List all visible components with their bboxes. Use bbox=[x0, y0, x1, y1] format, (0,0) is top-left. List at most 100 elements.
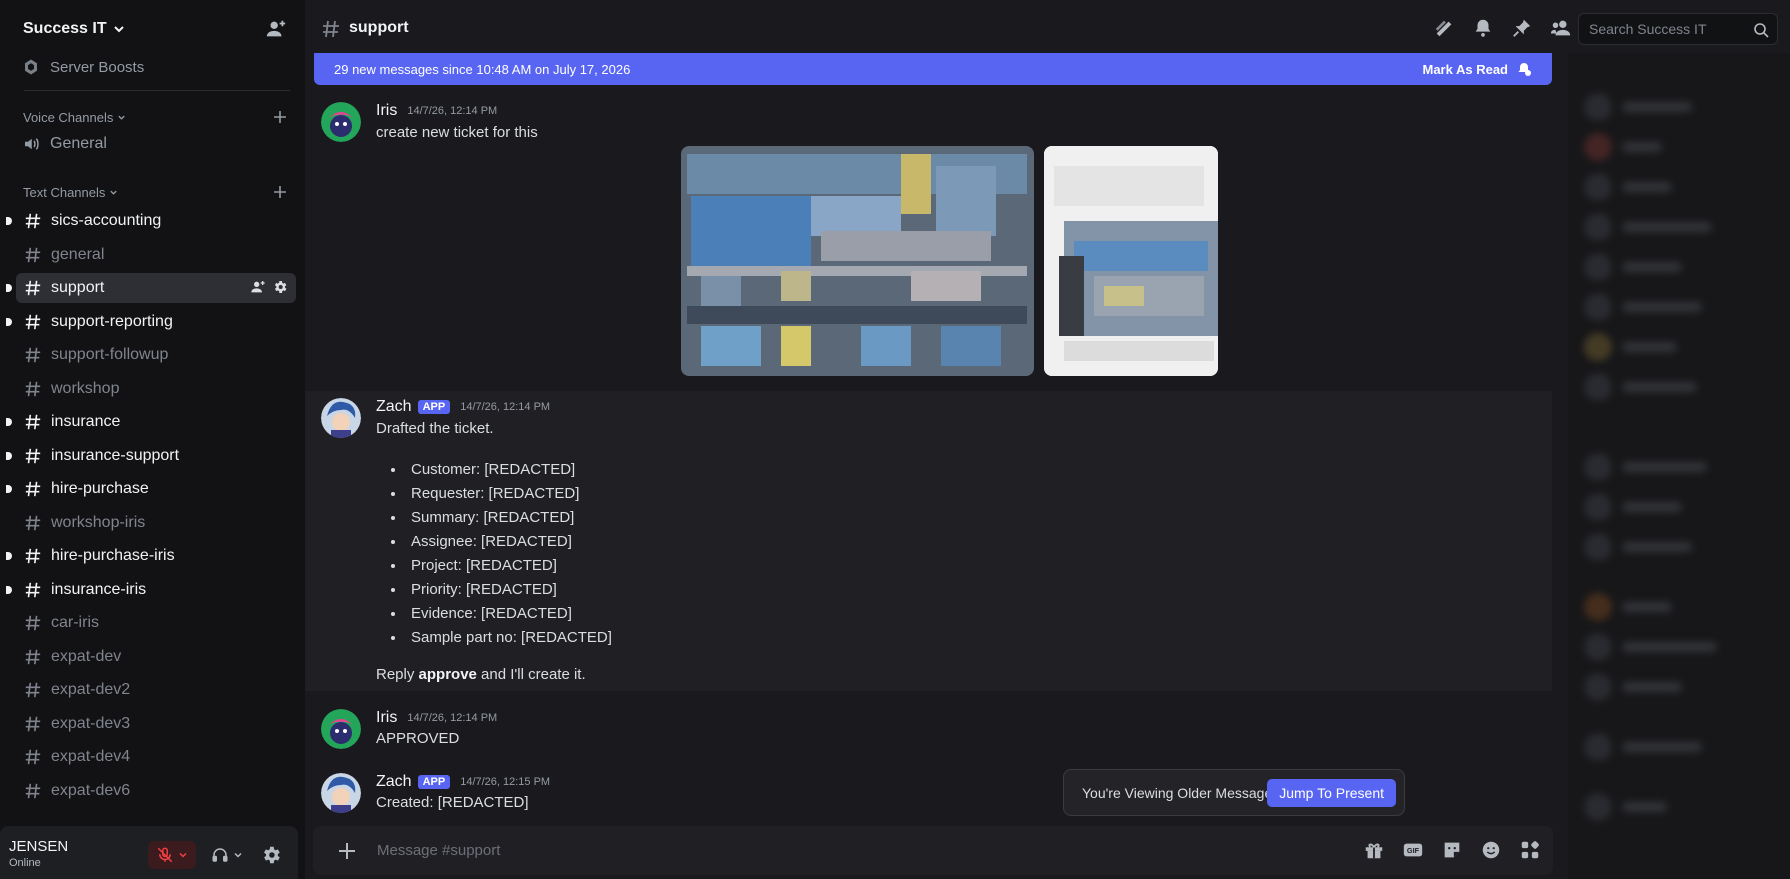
category-voice-channels[interactable]: Voice Channels bbox=[23, 107, 126, 127]
channel-car-iris[interactable]: car-iris bbox=[16, 608, 296, 638]
gear-icon[interactable] bbox=[272, 279, 288, 295]
channel-expat-dev2[interactable]: expat-dev2 bbox=[16, 675, 296, 705]
member-row[interactable] bbox=[1584, 253, 1682, 281]
voice-channel-label[interactable]: General bbox=[50, 135, 107, 153]
sticker-icon[interactable] bbox=[1441, 839, 1463, 861]
gear-icon[interactable] bbox=[260, 844, 282, 866]
add-channel-icon[interactable] bbox=[272, 184, 288, 200]
invite-icon[interactable] bbox=[250, 279, 266, 295]
member-row[interactable] bbox=[1584, 493, 1682, 521]
search-placeholder[interactable]: Search Success IT bbox=[1589, 21, 1707, 37]
member-row[interactable] bbox=[1584, 293, 1702, 321]
add-channel-icon[interactable] bbox=[272, 109, 288, 125]
avatar[interactable] bbox=[321, 102, 361, 142]
threads-icon[interactable] bbox=[1433, 17, 1455, 39]
mark-as-read-button[interactable]: Mark As Read bbox=[1423, 61, 1533, 77]
category-label[interactable]: Text Channels bbox=[23, 185, 105, 200]
mark-as-read-label[interactable]: Mark As Read bbox=[1423, 62, 1509, 77]
message-composer[interactable]: Message #support GIF bbox=[313, 826, 1553, 875]
channel-label[interactable]: car-iris bbox=[51, 614, 99, 632]
channel-label[interactable]: insurance bbox=[51, 413, 120, 431]
author-name[interactable]: Zach bbox=[376, 398, 412, 416]
author-name[interactable]: Iris bbox=[376, 709, 397, 727]
server-boosts-label[interactable]: Server Boosts bbox=[50, 59, 144, 76]
channel-support-followup[interactable]: support-followup bbox=[16, 340, 296, 370]
channel-label[interactable]: workshop-iris bbox=[51, 514, 145, 532]
member-row[interactable] bbox=[1584, 793, 1667, 821]
member-row[interactable] bbox=[1584, 453, 1707, 481]
member-row[interactable] bbox=[1584, 333, 1677, 361]
channel-label[interactable]: expat-dev bbox=[51, 648, 121, 666]
channel-list[interactable]: Server Boosts Voice Channels General Tex… bbox=[0, 48, 305, 818]
bell-icon[interactable] bbox=[1472, 17, 1494, 39]
pin-icon[interactable] bbox=[1511, 17, 1533, 39]
author-name[interactable]: Zach bbox=[376, 773, 412, 791]
channel-label[interactable]: insurance-support bbox=[51, 447, 179, 465]
mute-toggle[interactable] bbox=[148, 841, 196, 869]
channel-label[interactable]: expat-dev4 bbox=[51, 748, 130, 766]
deafen-toggle[interactable] bbox=[205, 841, 249, 869]
apps-icon[interactable] bbox=[1519, 839, 1541, 861]
attachment-image[interactable] bbox=[1044, 146, 1218, 376]
channel-workshop-iris[interactable]: workshop-iris bbox=[16, 508, 296, 538]
channel-workshop[interactable]: workshop bbox=[16, 374, 296, 404]
username[interactable]: JENSEN bbox=[9, 838, 68, 855]
member-row[interactable] bbox=[1584, 173, 1672, 201]
avatar[interactable] bbox=[321, 709, 361, 749]
author-name[interactable]: Iris bbox=[376, 102, 397, 120]
channel-hire-purchase[interactable]: hire-purchase bbox=[6, 474, 296, 504]
member-row[interactable] bbox=[1584, 633, 1717, 661]
channel-label[interactable]: support-followup bbox=[51, 346, 168, 364]
member-row[interactable] bbox=[1584, 593, 1672, 621]
channel-insurance-support[interactable]: insurance-support bbox=[6, 441, 296, 471]
channel-expat-dev3[interactable]: expat-dev3 bbox=[16, 709, 296, 739]
channel-label[interactable]: expat-dev3 bbox=[51, 715, 130, 733]
new-messages-bar[interactable]: 29 new messages since 10:48 AM on July 1… bbox=[314, 53, 1552, 85]
channel-label[interactable]: support-reporting bbox=[51, 313, 173, 331]
voice-channel-general[interactable]: General bbox=[22, 129, 107, 159]
gift-icon[interactable] bbox=[1363, 839, 1385, 861]
channel-insurance[interactable]: insurance bbox=[6, 407, 296, 437]
channel-expat-dev4[interactable]: expat-dev4 bbox=[16, 742, 296, 772]
gif-icon[interactable]: GIF bbox=[1402, 839, 1424, 861]
emoji-icon[interactable] bbox=[1480, 839, 1502, 861]
channel-label[interactable]: general bbox=[51, 246, 104, 264]
new-messages-text[interactable]: 29 new messages since 10:48 AM on July 1… bbox=[334, 62, 630, 77]
avatar[interactable] bbox=[321, 398, 361, 438]
member-row[interactable] bbox=[1584, 533, 1692, 561]
invite-people-icon[interactable] bbox=[265, 18, 287, 40]
member-row[interactable] bbox=[1584, 93, 1692, 121]
channel-label[interactable]: hire-purchase bbox=[51, 480, 149, 498]
message-input[interactable]: Message #support bbox=[377, 842, 500, 859]
channel-label[interactable]: sics-accounting bbox=[51, 212, 161, 230]
channel-insurance-iris[interactable]: insurance-iris bbox=[6, 575, 296, 605]
member-row[interactable] bbox=[1584, 733, 1702, 761]
channel-label[interactable]: workshop bbox=[51, 380, 119, 398]
server-boosts[interactable]: Server Boosts bbox=[22, 53, 144, 81]
category-text-channels[interactable]: Text Channels bbox=[23, 182, 118, 202]
channel-expat-dev6[interactable]: expat-dev6 bbox=[16, 776, 296, 806]
channel-hire-purchase-iris[interactable]: hire-purchase-iris bbox=[6, 541, 296, 571]
channel-label[interactable]: expat-dev2 bbox=[51, 681, 130, 699]
member-list-icon[interactable] bbox=[1550, 17, 1572, 39]
member-row[interactable] bbox=[1584, 213, 1712, 241]
member-row[interactable] bbox=[1584, 133, 1662, 161]
chevron-down-icon[interactable] bbox=[113, 23, 125, 35]
channel-label[interactable]: support bbox=[51, 279, 104, 297]
member-row[interactable] bbox=[1584, 673, 1682, 701]
channel-support-reporting[interactable]: support-reporting bbox=[6, 307, 296, 337]
channel-expat-dev[interactable]: expat-dev bbox=[16, 642, 296, 672]
channel-label[interactable]: expat-dev6 bbox=[51, 782, 130, 800]
avatar[interactable] bbox=[321, 773, 361, 813]
channel-label[interactable]: hire-purchase-iris bbox=[51, 547, 175, 565]
server-name[interactable]: Success IT bbox=[23, 20, 107, 38]
member-row[interactable] bbox=[1584, 373, 1697, 401]
plus-icon[interactable] bbox=[336, 840, 358, 862]
attachment-image[interactable] bbox=[681, 146, 1034, 376]
jump-to-present-button[interactable]: Jump To Present bbox=[1267, 779, 1396, 807]
channel-sics-accounting[interactable]: sics-accounting bbox=[6, 206, 296, 236]
search-input[interactable]: Search Success IT bbox=[1578, 13, 1778, 45]
category-label[interactable]: Voice Channels bbox=[23, 110, 113, 125]
channel-support[interactable]: support bbox=[6, 273, 296, 303]
channel-label[interactable]: insurance-iris bbox=[51, 581, 146, 599]
